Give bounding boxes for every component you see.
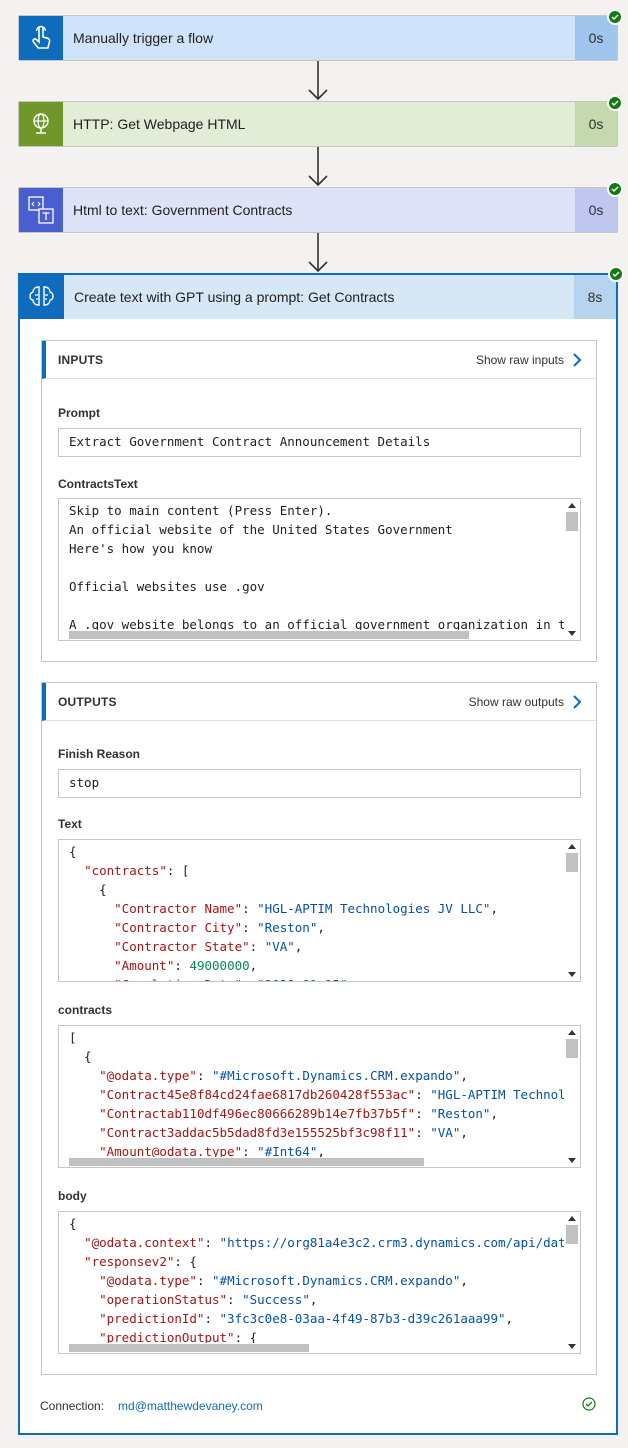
arrow-down-icon	[308, 147, 328, 187]
scroll-thumb	[566, 512, 578, 531]
step-title: Manually trigger a flow	[73, 30, 214, 46]
scroll-down-icon	[568, 972, 576, 977]
success-check-icon	[608, 266, 624, 282]
connection-row: Connection: md@matthewdevaney.com	[40, 1399, 263, 1413]
gpt-step-header[interactable]: Create text with GPT using a prompt: Get…	[20, 275, 616, 319]
globe-icon	[19, 102, 63, 146]
html-to-text-icon	[19, 188, 63, 232]
scroll-thumb	[69, 1344, 309, 1352]
text-label: Text	[58, 817, 82, 831]
horizontal-scrollbar[interactable]	[59, 1157, 564, 1167]
scroll-up-icon	[568, 503, 576, 508]
step-duration: 8s	[574, 275, 616, 319]
text-output-box[interactable]: { "contracts": [ { "Contractor Name": "H…	[58, 839, 581, 982]
body-label: body	[58, 1189, 87, 1203]
horizontal-scrollbar[interactable]	[59, 1343, 564, 1353]
contracts-text-box[interactable]: Skip to main content (Press Enter). An o…	[58, 498, 581, 641]
scroll-up-icon	[568, 1030, 576, 1035]
touch-icon	[19, 16, 63, 60]
vertical-scrollbar[interactable]	[564, 1026, 580, 1167]
connection-label: Connection:	[40, 1399, 105, 1413]
horizontal-scrollbar[interactable]	[59, 630, 564, 640]
scroll-up-icon	[568, 1216, 576, 1221]
finish-reason-label: Finish Reason	[58, 747, 141, 761]
scroll-thumb	[566, 1225, 578, 1244]
vertical-scrollbar[interactable]	[564, 840, 580, 981]
finish-reason-field[interactable]: stop	[58, 769, 581, 798]
show-raw-outputs-link[interactable]: Show raw outputs	[469, 694, 582, 710]
step-title: Create text with GPT using a prompt: Get…	[74, 289, 395, 305]
outputs-panel: OUTPUTS Show raw outputs Finish Reason s…	[41, 682, 597, 1375]
chevron-right-icon	[573, 694, 582, 709]
scroll-up-icon	[568, 844, 576, 849]
scroll-thumb	[69, 631, 469, 639]
step-create-text-gpt: Create text with GPT using a prompt: Get…	[18, 266, 624, 1435]
text-output-content: { "contracts": [ { "Contractor Name": "H…	[69, 844, 498, 981]
inputs-title: INPUTS	[58, 352, 104, 367]
contracts-text-content: Skip to main content (Press Enter). An o…	[69, 503, 564, 640]
prompt-field[interactable]: Extract Government Contract Announcement…	[58, 428, 581, 457]
show-raw-inputs-label: Show raw inputs	[475, 352, 564, 367]
step-html-to-text[interactable]: Html to text: Government Contracts 0s	[18, 181, 623, 233]
body-output-content: { "@odata.context": "https://org81a4e3c2…	[69, 1216, 564, 1353]
show-raw-inputs-link[interactable]: Show raw inputs	[476, 352, 582, 368]
contracts-text-label: ContractsText	[58, 477, 138, 491]
arrow-down-icon	[308, 61, 328, 101]
contracts-output-box[interactable]: [ { "@odata.type": "#Microsoft.Dynamics.…	[58, 1025, 581, 1168]
contracts-label: contracts	[58, 1003, 113, 1017]
scroll-down-icon	[568, 1158, 576, 1163]
inputs-panel: INPUTS Show raw inputs Prompt Extract Go…	[41, 340, 597, 662]
ai-brain-icon	[20, 275, 64, 319]
outputs-header: OUTPUTS Show raw outputs	[42, 683, 596, 721]
scroll-thumb	[566, 853, 578, 872]
scroll-down-icon	[568, 1344, 576, 1349]
step-http-get[interactable]: HTTP: Get Webpage HTML 0s	[18, 95, 623, 147]
outputs-title: OUTPUTS	[58, 694, 117, 709]
contracts-output-content: [ { "@odata.type": "#Microsoft.Dynamics.…	[69, 1030, 564, 1167]
step-manual-trigger[interactable]: Manually trigger a flow 0s	[18, 9, 623, 61]
success-check-icon	[607, 9, 623, 25]
show-raw-outputs-label: Show raw outputs	[468, 694, 564, 709]
scroll-thumb	[69, 1158, 424, 1166]
step-title: Html to text: Government Contracts	[73, 202, 293, 218]
body-output-box[interactable]: { "@odata.context": "https://org81a4e3c2…	[58, 1211, 581, 1354]
vertical-scrollbar[interactable]	[564, 499, 580, 640]
connection-account-link[interactable]: md@matthewdevaney.com	[118, 1399, 263, 1413]
scroll-down-icon	[568, 631, 576, 636]
step-title: HTTP: Get Webpage HTML	[73, 116, 246, 132]
success-check-icon	[607, 181, 623, 197]
scroll-thumb	[566, 1039, 578, 1058]
success-check-icon	[607, 95, 623, 111]
chevron-right-icon	[573, 352, 582, 367]
inputs-header: INPUTS Show raw inputs	[42, 341, 596, 379]
prompt-label: Prompt	[58, 406, 100, 420]
connection-ok-icon	[582, 1397, 596, 1411]
vertical-scrollbar[interactable]	[564, 1212, 580, 1353]
arrow-down-icon	[308, 233, 328, 273]
